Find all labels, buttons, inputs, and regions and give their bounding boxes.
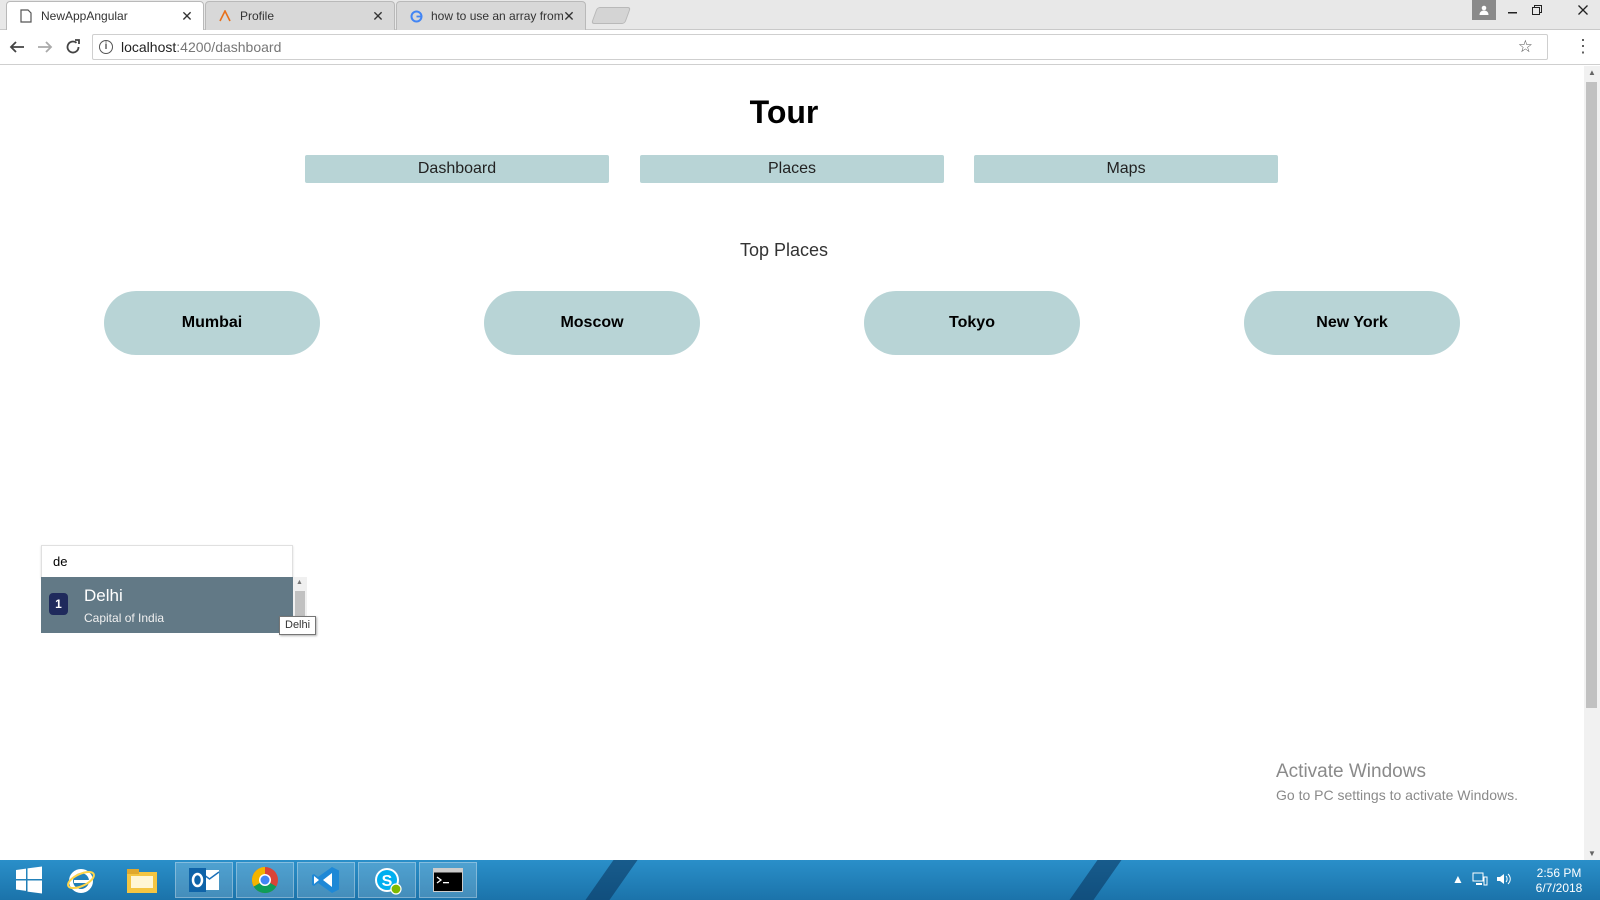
activate-windows-title: Activate Windows [1276, 761, 1426, 782]
angular-icon [218, 9, 232, 23]
scroll-down-icon[interactable]: ▼ [1588, 849, 1596, 858]
page-icon [19, 9, 33, 23]
url-path: :4200/dashboard [176, 39, 282, 55]
windows-start-icon[interactable] [0, 862, 58, 898]
result-index-badge: 1 [49, 593, 68, 615]
restore-icon[interactable] [1522, 0, 1552, 20]
tab-google-search[interactable]: how to use an array from ✕ [396, 1, 586, 30]
close-icon[interactable]: ✕ [372, 9, 384, 23]
taskbar-decoration [571, 860, 645, 900]
place-card-tokyo[interactable]: Tokyo [864, 291, 1080, 355]
command-prompt-icon[interactable] [419, 862, 477, 898]
place-card-moscow[interactable]: Moscow [484, 291, 700, 355]
search-input[interactable]: de [41, 545, 293, 578]
result-description: Capital of India [84, 611, 165, 625]
page-content: Tour Dashboard Places Maps Top Places Mu… [0, 66, 1568, 860]
scroll-up-icon[interactable]: ▲ [1588, 68, 1596, 77]
visual-studio-code-icon[interactable] [297, 862, 355, 898]
scroll-up-icon[interactable]: ▲ [296, 579, 303, 586]
windows-taskbar: S ▲ 2:56 PM 6/7/2018 [0, 860, 1600, 900]
new-tab-button[interactable] [590, 7, 632, 24]
taskbar-decoration [1055, 860, 1129, 900]
tab-title: how to use an array from [431, 9, 563, 23]
clock-date: 6/7/2018 [1535, 881, 1583, 895]
bookmark-star-icon[interactable]: ☆ [1518, 37, 1533, 57]
tab-profile[interactable]: Profile ✕ [205, 1, 395, 30]
user-icon[interactable] [1472, 0, 1496, 20]
nav-dashboard-button[interactable]: Dashboard [305, 155, 609, 183]
tooltip: Delhi [279, 616, 317, 635]
scroll-thumb[interactable] [1586, 82, 1597, 708]
close-icon[interactable]: ✕ [181, 9, 193, 23]
file-explorer-icon[interactable] [113, 862, 171, 898]
browser-tab-strip: NewAppAngular ✕ Profile ✕ how to use an … [0, 0, 1600, 30]
search-result-item[interactable]: 1 Delhi Capital of India [41, 577, 293, 633]
close-icon[interactable]: ✕ [563, 9, 575, 23]
network-icon[interactable] [1472, 872, 1488, 889]
chrome-icon[interactable] [236, 862, 294, 898]
info-icon[interactable]: i [99, 40, 113, 54]
tab-title: Profile [240, 9, 275, 23]
reload-icon[interactable] [62, 36, 84, 58]
page-title: Tour [749, 94, 819, 130]
taskbar-clock[interactable]: 2:56 PM 6/7/2018 [1524, 866, 1594, 896]
clock-time: 2:56 PM [1536, 866, 1582, 880]
url-host: localhost [121, 39, 177, 55]
internet-explorer-icon[interactable] [52, 862, 110, 898]
place-card-mumbai[interactable]: Mumbai [104, 291, 320, 355]
tab-newappangular[interactable]: NewAppAngular ✕ [6, 1, 204, 30]
result-name: Delhi [84, 586, 123, 605]
browser-toolbar: i localhost:4200/dashboard ☆ ⋮ [0, 30, 1600, 65]
volume-icon[interactable] [1496, 872, 1512, 889]
nav-maps-button[interactable]: Maps [974, 155, 1278, 183]
menu-dots-icon[interactable]: ⋮ [1574, 36, 1592, 57]
back-arrow-icon[interactable] [6, 36, 28, 58]
activate-windows-message: Go to PC settings to activate Windows. [1276, 787, 1518, 803]
address-bar[interactable]: i localhost:4200/dashboard ☆ [92, 34, 1548, 60]
page-scrollbar[interactable]: ▲ ▼ [1584, 66, 1600, 860]
place-card-new-york[interactable]: New York [1244, 291, 1460, 355]
forward-arrow-icon[interactable] [34, 36, 56, 58]
outlook-icon[interactable] [175, 862, 233, 898]
section-title: Top Places [739, 240, 829, 260]
google-icon [409, 9, 423, 23]
skype-icon[interactable]: S [358, 862, 416, 898]
tab-title: NewAppAngular [41, 9, 128, 23]
nav-places-button[interactable]: Places [640, 155, 944, 183]
show-hidden-icons-icon[interactable]: ▲ [1452, 872, 1464, 886]
close-window-icon[interactable] [1568, 0, 1598, 20]
